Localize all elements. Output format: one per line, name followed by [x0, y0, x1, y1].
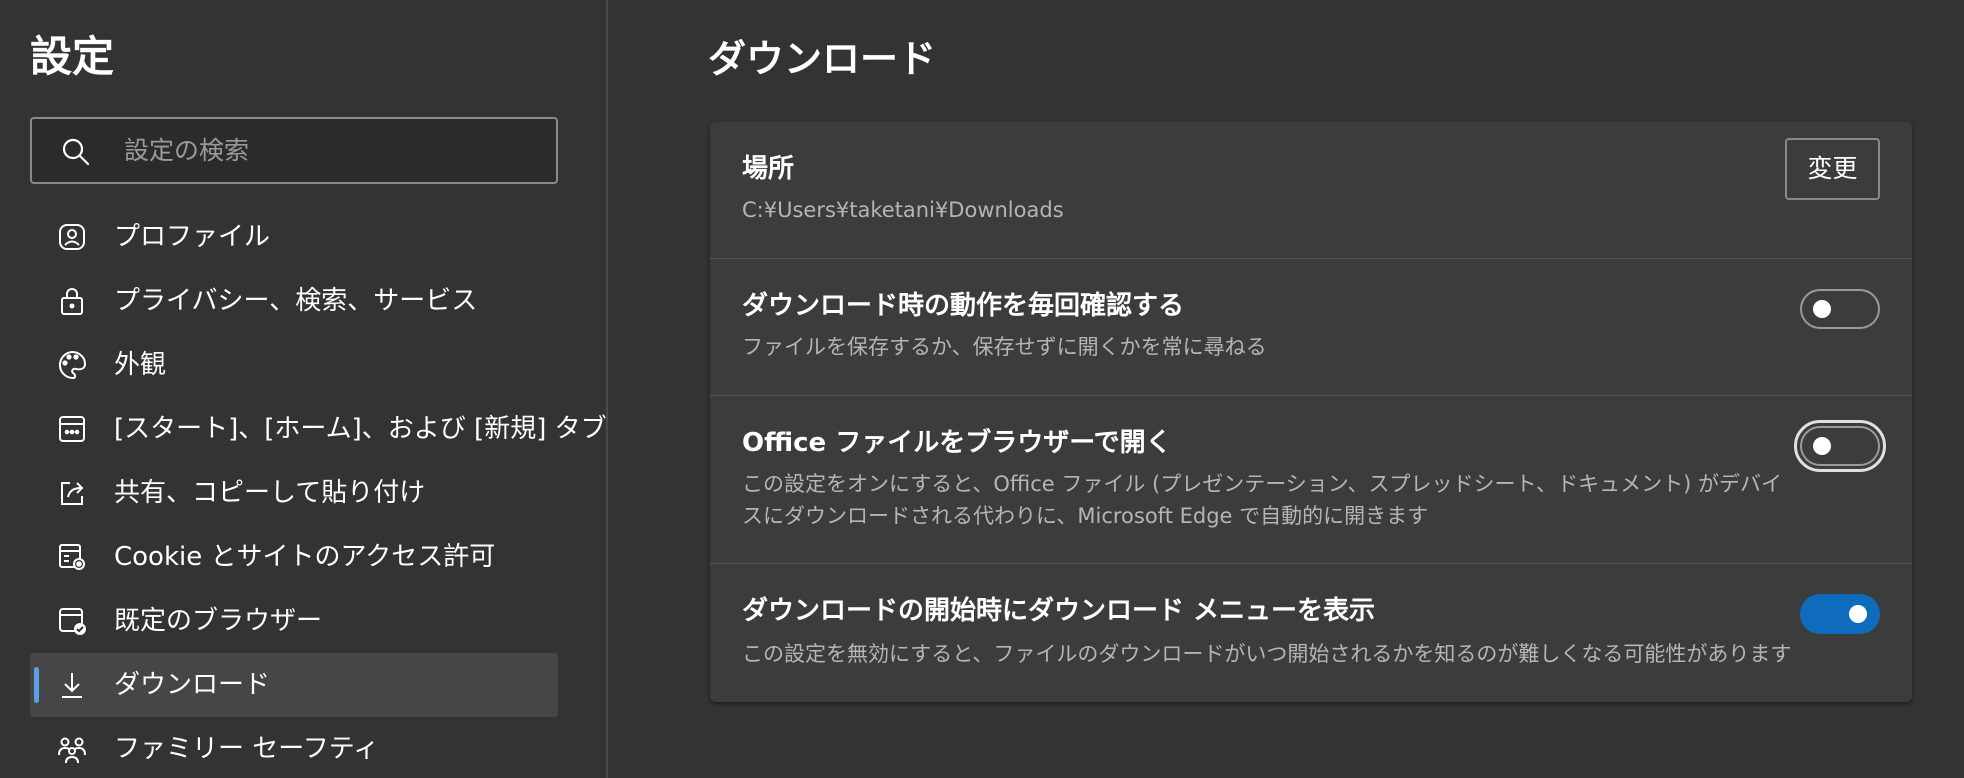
settings-title: 設定 — [30, 32, 115, 81]
sidebar-item-label: 共有、コピーして貼り付け — [114, 478, 426, 508]
location-path: C:¥Users¥taketani¥Downloads — [742, 198, 1064, 222]
sidebar-item-label: ダウンロード — [114, 670, 271, 700]
setting-row-show-downloads-menu: ダウンロードの開始時にダウンロード メニューを表示 この設定を無効にすると、ファ… — [710, 563, 1912, 703]
toggle-knob — [1849, 605, 1867, 623]
setting-row-ask-each-time: ダウンロード時の動作を毎回確認する ファイルを保存するか、保存せずに開くかを常に… — [710, 258, 1912, 396]
palette-icon — [59, 350, 87, 380]
setting-title: Office ファイルをブラウザーで開く — [742, 428, 1172, 458]
new-tab-icon — [59, 416, 85, 442]
sidebar-item-appearance[interactable]: 外観 — [30, 333, 558, 397]
setting-title: ダウンロード時の動作を毎回確認する — [742, 291, 1185, 321]
sidebar-item-label: [スタート]、[ホーム]、および [新規] タブ — [114, 414, 607, 444]
sidebar-item-new-tab[interactable]: [スタート]、[ホーム]、および [新規] タブ — [30, 397, 607, 461]
search-input[interactable]: 設定の検索 — [30, 117, 558, 184]
sidebar-item-default-browser[interactable]: 既定のブラウザー — [30, 589, 558, 653]
setting-description: この設定を無効にすると、ファイルのダウンロードがいつ開始されるかを知るのが難しく… — [742, 642, 1792, 666]
sidebar-item-cookies[interactable]: Cookie とサイトのアクセス許可 — [30, 525, 558, 589]
site-permissions-icon — [59, 544, 85, 570]
search-icon — [62, 138, 90, 166]
sidebar-item-share[interactable]: 共有、コピーして貼り付け — [30, 461, 558, 525]
lock-icon — [61, 288, 83, 315]
search-placeholder: 設定の検索 — [124, 136, 250, 165]
downloads-settings-card: 場所 C:¥Users¥taketani¥Downloads 変更 ダウンロード… — [710, 122, 1912, 702]
settings-window: 設定 設定の検索 プロファイル プライバシー、検索、サービス 外観 [スタート]… — [0, 0, 1964, 778]
sidebar-item-label: プライバシー、検索、サービス — [114, 286, 478, 316]
setting-row-open-office-files: Office ファイルをブラウザーで開く この設定をオンにすると、Office … — [710, 395, 1912, 564]
toggle-knob — [1813, 300, 1831, 318]
sidebar-item-label: Cookie とサイトのアクセス許可 — [114, 542, 496, 572]
default-browser-icon — [59, 608, 86, 635]
download-icon — [62, 673, 82, 698]
sidebar-item-profile[interactable]: プロファイル — [30, 205, 558, 269]
sidebar-item-family[interactable]: ファミリー セーフティ — [30, 717, 558, 778]
family-icon — [58, 737, 86, 764]
profile-icon — [59, 224, 85, 250]
setting-description: ファイルを保存するか、保存せずに開くかを常に尋ねる — [742, 335, 1267, 359]
show-downloads-menu-toggle[interactable] — [1800, 594, 1880, 634]
change-location-button[interactable]: 変更 — [1785, 138, 1880, 200]
sidebar-item-label: 外観 — [114, 350, 167, 380]
sidebar-item-downloads[interactable]: ダウンロード — [30, 653, 558, 717]
sidebar: 設定 設定の検索 プロファイル プライバシー、検索、サービス 外観 [スタート]… — [0, 0, 608, 778]
setting-description: この設定をオンにすると、Office ファイル (プレゼンテーション、スプレッド… — [742, 472, 1782, 528]
ask-each-time-toggle[interactable] — [1800, 289, 1880, 329]
sidebar-item-label: プロファイル — [114, 222, 271, 252]
share-icon — [61, 482, 84, 505]
page-title: ダウンロード — [708, 37, 937, 81]
setting-title: ダウンロードの開始時にダウンロード メニューを表示 — [742, 596, 1376, 626]
location-row: 場所 C:¥Users¥taketani¥Downloads 変更 — [710, 122, 1912, 258]
open-office-files-toggle[interactable] — [1794, 420, 1886, 472]
sidebar-item-privacy[interactable]: プライバシー、検索、サービス — [30, 269, 558, 333]
location-title: 場所 — [742, 154, 795, 184]
sidebar-item-label: 既定のブラウザー — [114, 606, 323, 636]
toggle-knob — [1813, 437, 1831, 455]
sidebar-item-label: ファミリー セーフティ — [114, 734, 380, 764]
sidebar-nav: プロファイル プライバシー、検索、サービス 外観 [スタート]、[ホーム]、およ… — [30, 205, 607, 778]
